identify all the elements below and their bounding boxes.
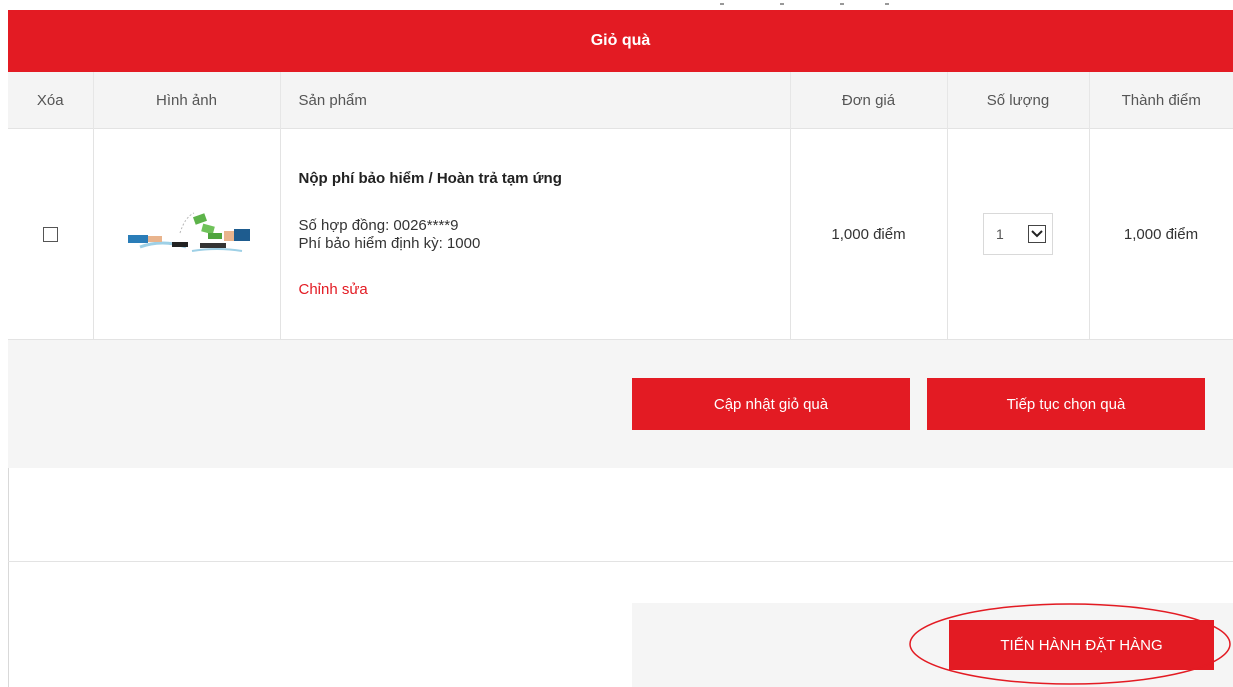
left-border	[8, 468, 9, 687]
top-cropped-text	[720, 0, 920, 8]
update-cart-button[interactable]: Cập nhật giỏ quà	[632, 378, 910, 430]
contract-number: Số hợp đồng: 0026****9	[298, 217, 459, 234]
total-cell: 1,000 điểm	[1088, 128, 1233, 340]
quantity-select[interactable]: 1	[983, 213, 1053, 255]
payment-hands-icon	[127, 212, 250, 252]
section-divider	[8, 561, 1233, 562]
delete-checkbox[interactable]	[42, 227, 58, 243]
column-header-quantity: Số lượng	[946, 72, 1089, 129]
table-row: Nộp phí bảo hiểm / Hoàn trả tạm ứng Số h…	[8, 128, 1233, 340]
column-header-unit-price: Đơn giá	[789, 72, 947, 129]
column-header-total: Thành điểm	[1088, 72, 1233, 129]
column-header-delete: Xóa	[8, 72, 93, 129]
delete-cell	[8, 128, 94, 340]
quantity-cell: 1	[946, 128, 1090, 340]
product-cell: Nộp phí bảo hiểm / Hoàn trả tạm ứng Số h…	[279, 128, 791, 340]
edit-link[interactable]: Chỉnh sửa	[299, 281, 368, 298]
cart-actions-bar: Cập nhật giỏ quà Tiếp tục chọn quà	[8, 340, 1233, 468]
highlight-ellipse	[909, 603, 1231, 685]
table-header-row: Xóa Hình ảnh Sản phẩm Đơn giá Số lượng T…	[8, 72, 1233, 129]
product-name: Nộp phí bảo hiểm / Hoàn trả tạm ứng	[298, 170, 562, 187]
quantity-value: 1	[996, 226, 1004, 242]
periodic-fee: Phí bảo hiểm định kỳ: 1000	[298, 235, 481, 252]
cart-title: Giỏ quà	[8, 10, 1233, 72]
chevron-down-icon[interactable]	[1028, 225, 1046, 243]
column-header-product: Sản phẩm	[279, 72, 790, 129]
continue-shopping-button[interactable]: Tiếp tục chọn quà	[927, 378, 1205, 430]
image-cell	[92, 128, 281, 340]
cart-table: Xóa Hình ảnh Sản phẩm Đơn giá Số lượng T…	[8, 72, 1233, 340]
unit-price-cell: 1,000 điểm	[789, 128, 948, 340]
column-header-image: Hình ảnh	[92, 72, 280, 129]
